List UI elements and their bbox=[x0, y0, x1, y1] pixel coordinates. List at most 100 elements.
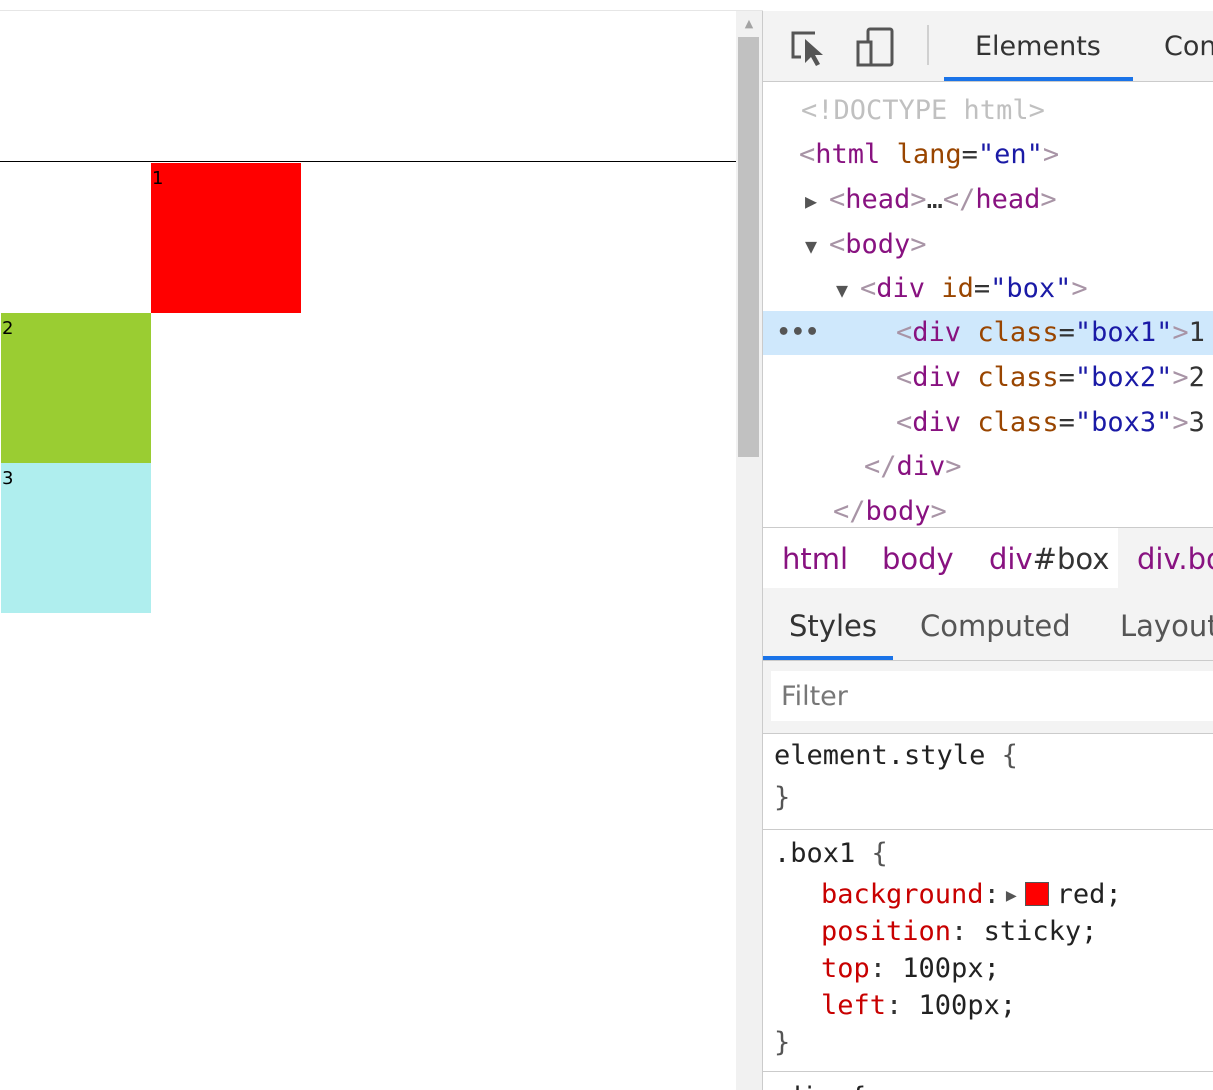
tag-name: body bbox=[845, 229, 911, 260]
dom-tree: <!DOCTYPE html> <html lang="en"> ▶ <head>… bbox=[763, 82, 1213, 527]
tab-styles[interactable]: Styles bbox=[789, 588, 877, 660]
crumb-tag: div bbox=[989, 542, 1033, 576]
close-brace: } bbox=[774, 1027, 791, 1058]
box1-style-rule: .box1 { background: ▶ red; position: stick… bbox=[763, 830, 1213, 1072]
tag-name: head bbox=[975, 184, 1041, 215]
expand-triangle-icon[interactable]: ▶ bbox=[805, 179, 829, 223]
attr-name: id bbox=[941, 273, 974, 304]
css-property: background bbox=[821, 879, 984, 910]
dom-node-body-close[interactable]: </body> bbox=[833, 490, 947, 527]
css-declaration[interactable]: background: ▶ red; bbox=[821, 879, 1122, 910]
expand-value-triangle-icon[interactable]: ▶ bbox=[1006, 885, 1017, 906]
crumb-body[interactable]: body bbox=[882, 528, 954, 588]
attr-name: class bbox=[977, 317, 1059, 348]
dom-node-head[interactable]: ▶ <head>…</head> bbox=[805, 178, 1057, 222]
crumb-div-box[interactable]: div#box bbox=[989, 528, 1109, 588]
more-dots-icon[interactable]: ••• bbox=[777, 311, 820, 355]
crumb-id: #box bbox=[1032, 542, 1110, 576]
collapse-triangle-icon[interactable]: ▼ bbox=[805, 224, 829, 268]
box-label: 2 bbox=[2, 318, 14, 339]
dom-node-box3[interactable]: <div class="box3">3 bbox=[896, 401, 1205, 445]
active-tab-indicator bbox=[944, 77, 1133, 81]
rule-selector[interactable]: element.style bbox=[774, 740, 985, 771]
attr-name: class bbox=[977, 407, 1059, 438]
open-brace: { bbox=[1001, 740, 1018, 771]
red-sticky-box[interactable]: 1 bbox=[151, 163, 301, 313]
cyan-box[interactable]: 3 bbox=[1, 463, 151, 613]
tag-name: div bbox=[912, 317, 962, 348]
crumb-div-box1[interactable]: div.bo bbox=[1137, 528, 1213, 588]
attr-name: lang bbox=[896, 139, 962, 170]
rule-close-line: } bbox=[774, 1027, 790, 1058]
css-property: top bbox=[821, 953, 870, 984]
node-text: 3 bbox=[1188, 407, 1205, 438]
tab-layout[interactable]: Layout bbox=[1120, 588, 1213, 660]
css-property: left bbox=[821, 990, 887, 1021]
green-box[interactable]: 2 bbox=[1, 313, 151, 463]
scroll-up-arrow-icon[interactable]: ▲ bbox=[736, 11, 762, 35]
tag-name: head bbox=[845, 184, 911, 215]
css-value: 100px; bbox=[918, 990, 1017, 1021]
rule-selector[interactable]: .box1 bbox=[774, 838, 855, 869]
page-viewport: 1 2 3 bbox=[0, 0, 736, 1090]
device-toolbar-icon[interactable] bbox=[853, 25, 897, 69]
close-brace: } bbox=[774, 782, 791, 813]
styles-pane-tabs: Styles Computed Layout bbox=[763, 588, 1213, 661]
node-text: 2 bbox=[1188, 362, 1205, 393]
element-style-rule: element.style { } bbox=[763, 734, 1213, 830]
box-label: 3 bbox=[2, 468, 14, 489]
tag-name: html bbox=[815, 139, 881, 170]
dom-node-div-box[interactable]: ▼ <div id="box"> bbox=[836, 267, 1088, 311]
active-subtab-indicator bbox=[763, 656, 893, 660]
dom-node-box1-selected[interactable]: ••• <div class="box1">1 bbox=[763, 311, 1213, 355]
box-label: 1 bbox=[152, 168, 164, 189]
window-top-border bbox=[0, 10, 763, 11]
css-declaration[interactable]: top: 100px; bbox=[821, 953, 1000, 984]
page-scrollbar[interactable]: ▲ bbox=[736, 11, 762, 1090]
attr-value: "en" bbox=[977, 139, 1043, 170]
collapsed-ellipsis: … bbox=[926, 184, 943, 215]
attr-value: "box1" bbox=[1074, 317, 1173, 348]
open-brace: { bbox=[871, 838, 888, 869]
tab-elements[interactable]: Elements bbox=[975, 11, 1101, 79]
rule-selector-line: .box1 { bbox=[774, 838, 888, 869]
collapse-triangle-icon[interactable]: ▼ bbox=[836, 268, 860, 312]
dom-node-html[interactable]: <html lang="en"> bbox=[799, 133, 1059, 177]
tab-computed[interactable]: Computed bbox=[920, 588, 1071, 660]
box-container-top-border bbox=[0, 161, 736, 162]
breadcrumb: html body div#box div.bo bbox=[763, 527, 1213, 589]
css-property: position bbox=[821, 916, 952, 947]
tag-name: body bbox=[865, 496, 931, 527]
inspect-element-icon[interactable] bbox=[785, 25, 829, 69]
dom-node-doctype[interactable]: <!DOCTYPE html> bbox=[801, 89, 1045, 133]
tag-name: div bbox=[912, 407, 962, 438]
scrollbar-thumb[interactable] bbox=[738, 37, 759, 457]
rule-selector-line: element.style { bbox=[774, 740, 1018, 771]
tag-name: div bbox=[912, 362, 962, 393]
devtools-toolbar: Elements Con bbox=[763, 11, 1213, 82]
color-swatch-icon[interactable] bbox=[1024, 882, 1049, 906]
rule-close-line: } bbox=[774, 782, 790, 813]
attr-value: "box" bbox=[990, 273, 1072, 304]
dom-node-div-close[interactable]: </div> bbox=[864, 445, 962, 489]
crumb-html[interactable]: html bbox=[782, 528, 848, 588]
doctype-text: <!DOCTYPE html> bbox=[801, 95, 1045, 126]
tab-console[interactable]: Con bbox=[1164, 11, 1213, 79]
css-declaration[interactable]: left: 100px; bbox=[821, 990, 1016, 1021]
css-declaration[interactable]: position: sticky; bbox=[821, 916, 1097, 947]
toolbar-separator bbox=[927, 25, 929, 65]
div-style-rule: div { bbox=[763, 1072, 1213, 1090]
attr-value: "box2" bbox=[1074, 362, 1173, 393]
node-text: 1 bbox=[1188, 317, 1205, 348]
tag-name: div bbox=[896, 451, 946, 482]
attr-value: "box3" bbox=[1074, 407, 1173, 438]
css-value: 100px; bbox=[902, 953, 1000, 984]
tag-name: div bbox=[876, 273, 926, 304]
dom-node-box2[interactable]: <div class="box2">2 bbox=[896, 356, 1205, 400]
styles-filter-input[interactable] bbox=[771, 671, 1213, 721]
css-value: sticky; bbox=[983, 916, 1098, 947]
attr-name: class bbox=[977, 362, 1059, 393]
rule-selector[interactable]: div { bbox=[785, 1082, 866, 1090]
dom-node-body[interactable]: ▼ <body> bbox=[805, 223, 927, 267]
devtools-panel: Elements Con <!DOCTYPE html> <html lang=… bbox=[763, 11, 1213, 1090]
